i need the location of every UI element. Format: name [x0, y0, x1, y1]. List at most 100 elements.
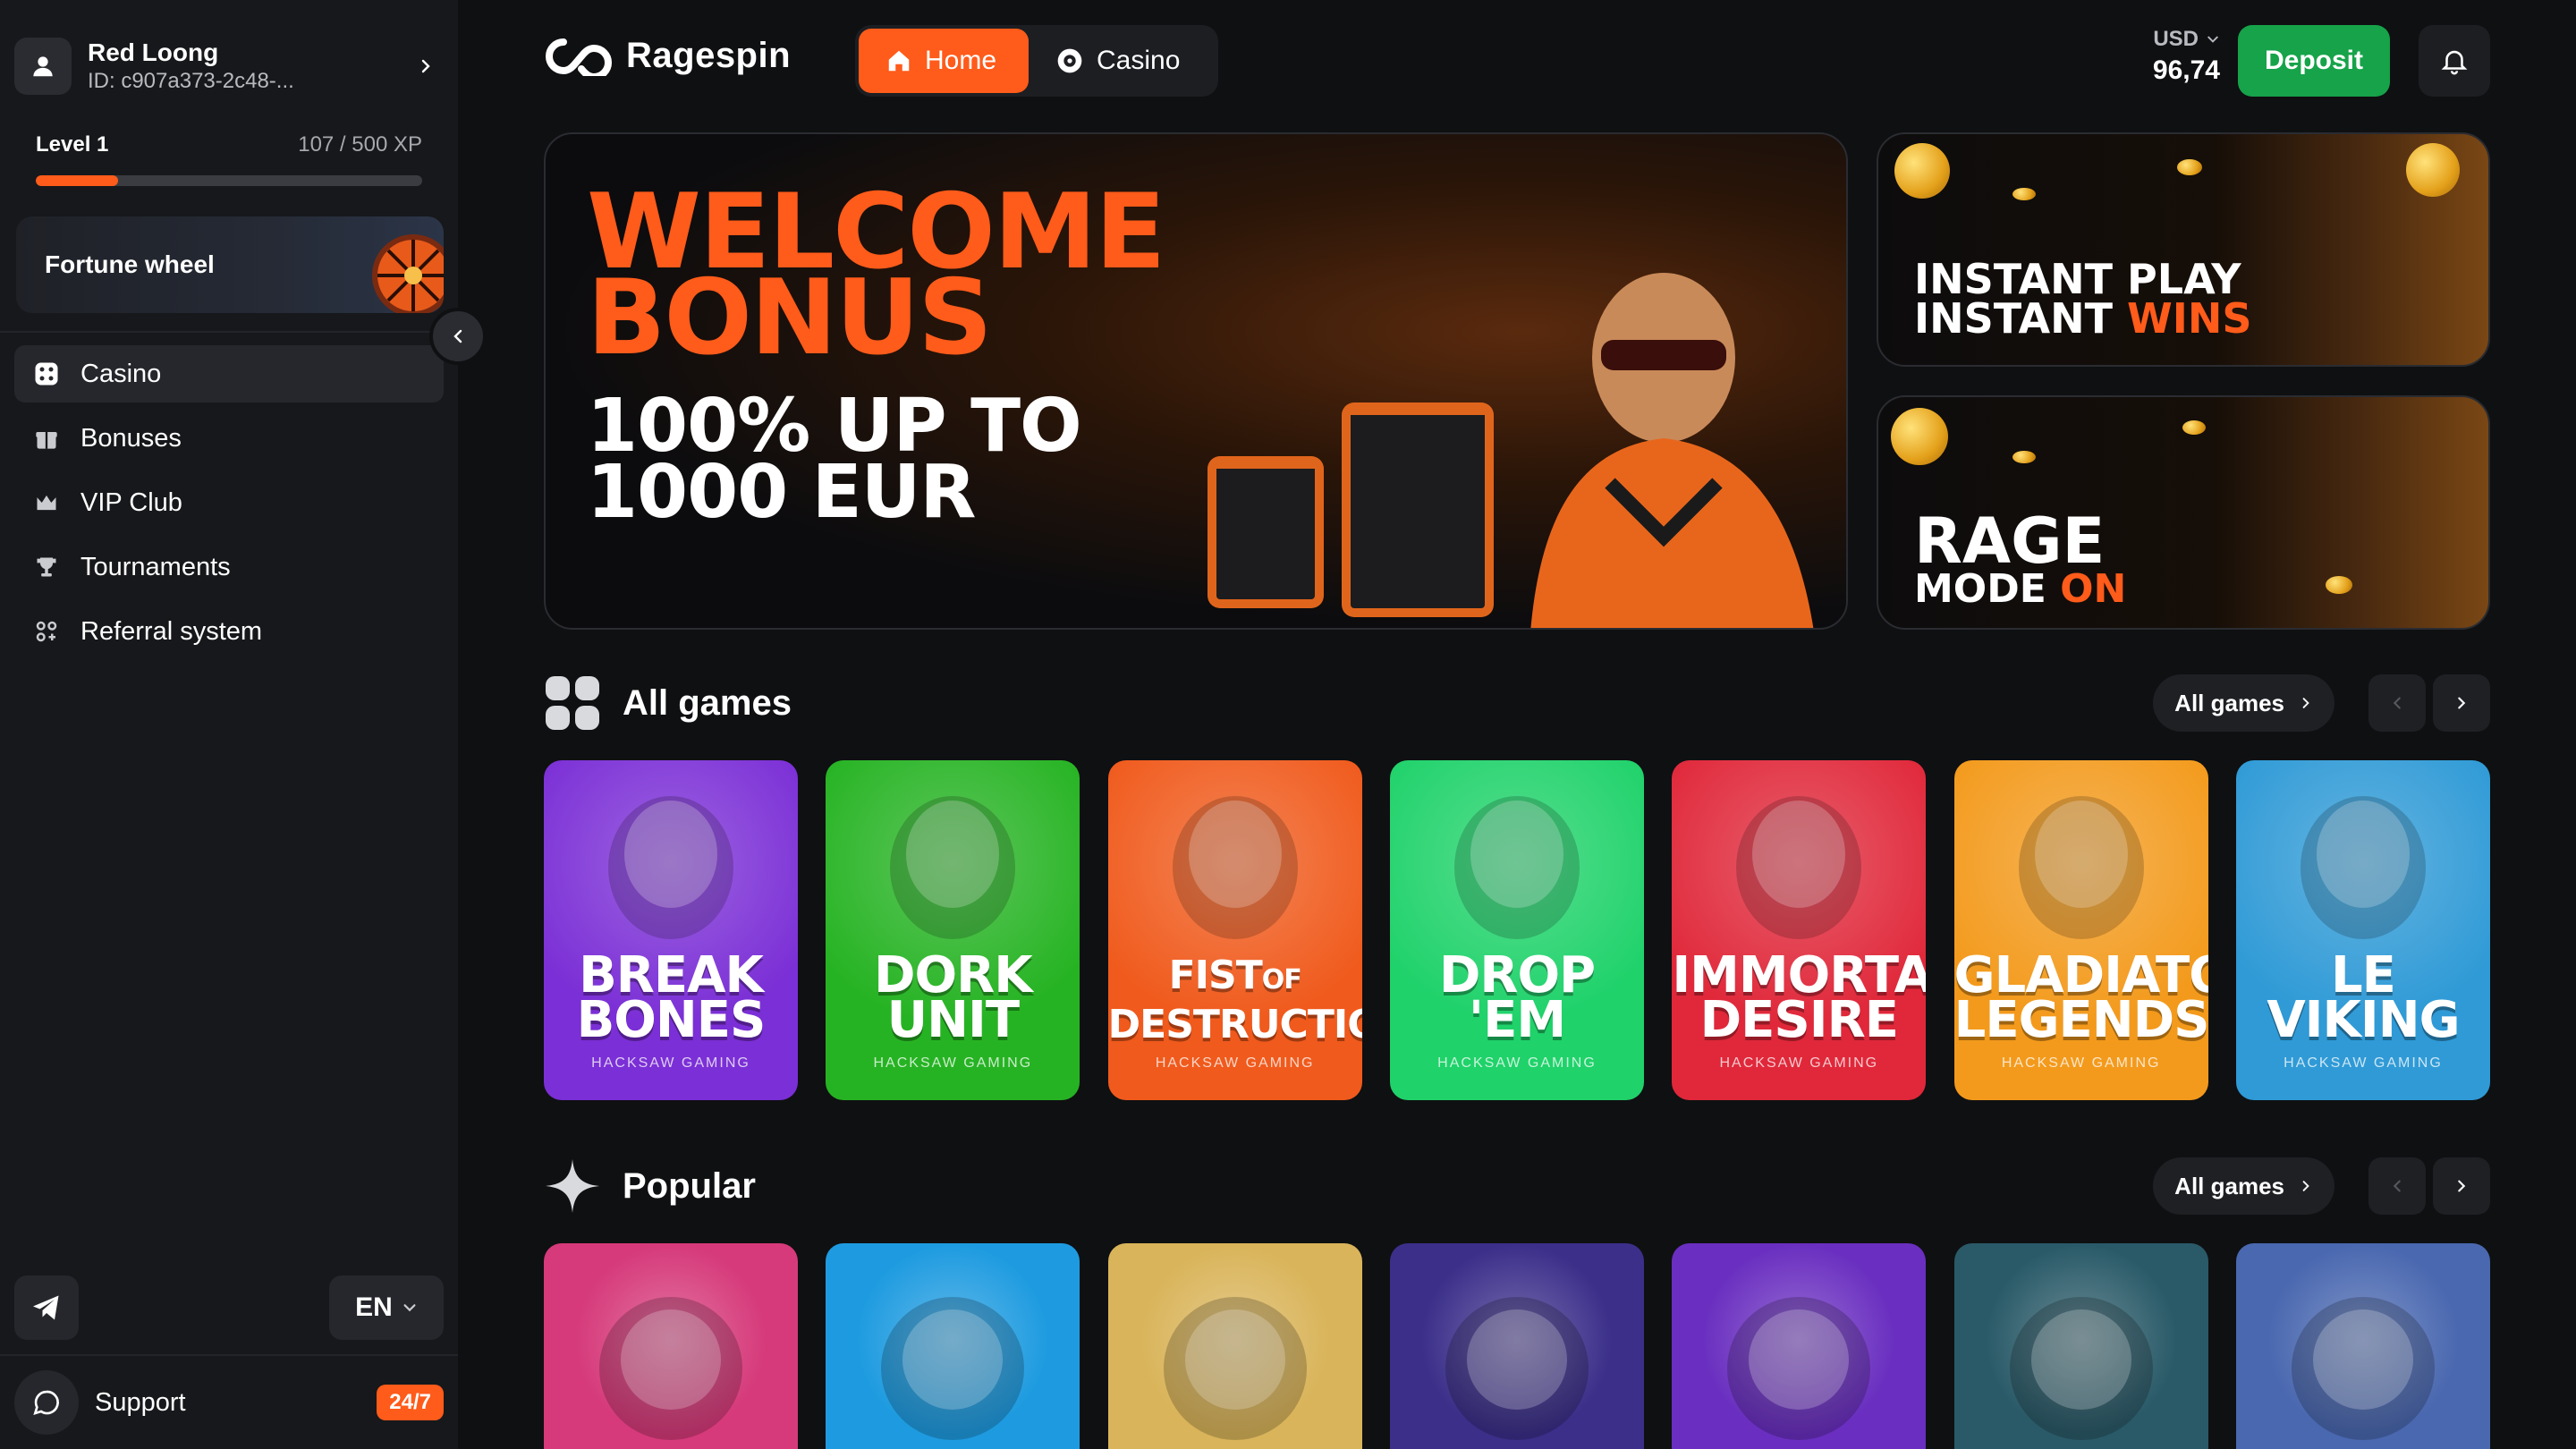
- game-artwork-image: [608, 796, 733, 939]
- users-icon: [32, 617, 61, 646]
- fortune-wheel-button[interactable]: Fortune wheel: [16, 216, 444, 313]
- game-title: FISTOFDESTRUCTION: [1108, 953, 1362, 1047]
- support-button[interactable]: Support 24/7: [14, 1370, 444, 1435]
- section-title: All games: [623, 682, 792, 723]
- chevron-right-icon: [2302, 1181, 2309, 1191]
- dice-icon: [32, 360, 61, 388]
- game-artwork-image: [1453, 796, 1580, 939]
- welcome-bonus-banner[interactable]: WELCOME BONUS 100% UP TO 1000 EUR: [544, 132, 1848, 630]
- hero-person-image: [1530, 273, 1814, 628]
- banner-line1: RAGE: [1914, 504, 2106, 578]
- sparkle-icon: [544, 1157, 601, 1215]
- sidebar-item-casino[interactable]: Casino: [14, 345, 444, 402]
- chevron-right-icon: [2458, 697, 2466, 709]
- all-games-button[interactable]: All games: [2153, 674, 2334, 732]
- sidebar-item-referral-system[interactable]: Referral system: [14, 603, 444, 660]
- game-card[interactable]: FISTOFDESTRUCTION HACKSAW GAMING: [1107, 760, 1362, 1100]
- telegram-icon: [33, 1295, 59, 1320]
- game-artwork-image: [1445, 1297, 1589, 1440]
- sidebar-item-label: VIP Club: [80, 487, 182, 517]
- chevron-down-icon: [403, 1304, 416, 1312]
- deposit-button[interactable]: Deposit: [2238, 25, 2390, 97]
- game-card[interactable]: [826, 1243, 1080, 1449]
- notifications-button[interactable]: [2419, 25, 2490, 97]
- hero-subheadline-line2: 1000 EUR: [587, 450, 977, 535]
- top-header: Ragespin Home Casino USD 96,74 Deposit: [458, 0, 2576, 122]
- all-games-button[interactable]: All games: [2153, 1157, 2334, 1215]
- sidebar-item-vip-club[interactable]: VIP Club: [14, 474, 444, 531]
- instant-play-text: INSTANT PLAY INSTANT WINS: [1914, 255, 2252, 339]
- game-card[interactable]: [544, 1243, 798, 1449]
- logo[interactable]: Ragespin: [544, 36, 791, 76]
- all-games-button-label: All games: [2174, 1172, 2284, 1199]
- scroll-left-button[interactable]: [2368, 1157, 2426, 1215]
- coin-image: [2406, 143, 2460, 197]
- game-title-line2: DESTRUCTION: [1107, 1002, 1362, 1047]
- tab-home[interactable]: Home: [859, 29, 1029, 93]
- xp-progress-fill: [36, 175, 119, 186]
- game-provider: HACKSAW GAMING: [2001, 1055, 2161, 1071]
- rage-mode-banner[interactable]: RAGE MODE ON: [1877, 395, 2490, 630]
- hero-headline: WELCOME BONUS: [587, 181, 1166, 370]
- language-select[interactable]: EN: [329, 1275, 444, 1340]
- gift-box-image: [1208, 456, 1324, 608]
- game-title-suffix: OF: [1261, 964, 1302, 996]
- game-card[interactable]: [1389, 1243, 1644, 1449]
- sidebar-item-label: Referral system: [80, 616, 263, 646]
- balance-display[interactable]: USD 96,74: [2122, 27, 2220, 86]
- game-artwork-image: [1736, 796, 1862, 939]
- game-artwork-image: [1163, 1297, 1307, 1440]
- game-card[interactable]: [2235, 1243, 2490, 1449]
- fortune-wheel-icon: [372, 234, 444, 313]
- support-divider: [0, 1354, 458, 1356]
- game-title: BREAK BONES: [544, 951, 798, 1046]
- game-title-line1: FISTOF: [1168, 953, 1302, 998]
- game-title-line2: DESIRE: [1699, 991, 1899, 1049]
- currency-label: USD: [2153, 27, 2199, 51]
- game-card[interactable]: DORK UNIT HACKSAW GAMING: [826, 760, 1080, 1100]
- chevron-left-icon: [2393, 697, 2401, 709]
- xp-label: 107 / 500 XP: [298, 132, 422, 157]
- game-card[interactable]: BREAK BONES HACKSAW GAMING: [544, 760, 798, 1100]
- tab-casino[interactable]: Casino: [1029, 29, 1207, 93]
- game-card[interactable]: DROP 'EM HACKSAW GAMING: [1389, 760, 1644, 1100]
- hero-subheadline: 100% UP TO 1000 EUR: [587, 390, 1082, 535]
- game-artwork-image: [890, 796, 1016, 939]
- game-card[interactable]: IMMORTALDESIRE HACKSAW GAMING: [1672, 760, 1927, 1100]
- all-games-header: All games All games: [544, 671, 2490, 735]
- game-provider: HACKSAW GAMING: [1437, 1055, 1597, 1071]
- game-card[interactable]: [1107, 1243, 1362, 1449]
- scroll-left-button[interactable]: [2368, 674, 2426, 732]
- chevron-right-icon: [2458, 1180, 2466, 1192]
- coin-image: [2177, 159, 2202, 175]
- sidebar-collapse-button[interactable]: [429, 308, 487, 365]
- game-provider: HACKSAW GAMING: [1155, 1055, 1315, 1071]
- sidebar-item-bonuses[interactable]: Bonuses: [14, 410, 444, 467]
- sidebar-item-tournaments[interactable]: Tournaments: [14, 538, 444, 596]
- game-provider: HACKSAW GAMING: [873, 1055, 1033, 1071]
- scroll-right-button[interactable]: [2433, 1157, 2490, 1215]
- game-card[interactable]: GLADIATORLEGENDS HACKSAW GAMING: [1953, 760, 2208, 1100]
- currency-select[interactable]: USD: [2122, 27, 2220, 52]
- game-provider: HACKSAW GAMING: [2284, 1055, 2443, 1071]
- all-games-row: BREAK BONES HACKSAW GAMING DORK UNIT HACKSAW …: [544, 760, 2490, 1100]
- instant-play-banner[interactable]: INSTANT PLAY INSTANT WINS: [1877, 132, 2490, 367]
- game-card[interactable]: [1672, 1243, 1927, 1449]
- telegram-button[interactable]: [14, 1275, 79, 1340]
- game-title: LE VIKING: [2236, 951, 2490, 1046]
- coin-image: [1894, 143, 1950, 199]
- coin-image: [2182, 420, 2206, 435]
- chevron-left-icon: [453, 329, 462, 343]
- game-artwork-image: [2300, 796, 2426, 939]
- chevron-down-icon: [2207, 36, 2218, 43]
- xp-progress-bar: [36, 175, 422, 186]
- game-artwork-image: [881, 1297, 1025, 1440]
- chat-bubble-icon: [14, 1370, 79, 1435]
- game-card[interactable]: LE VIKING HACKSAW GAMING: [2235, 760, 2490, 1100]
- scroll-right-button[interactable]: [2433, 674, 2490, 732]
- all-games-button-label: All games: [2174, 689, 2284, 716]
- user-card[interactable]: Red Loong ID: c907a373-2c48-...: [14, 30, 444, 102]
- game-card[interactable]: [1953, 1243, 2208, 1449]
- chevron-right-icon[interactable]: [408, 48, 444, 84]
- banner-line1: INSTANT PLAY: [1914, 255, 2241, 303]
